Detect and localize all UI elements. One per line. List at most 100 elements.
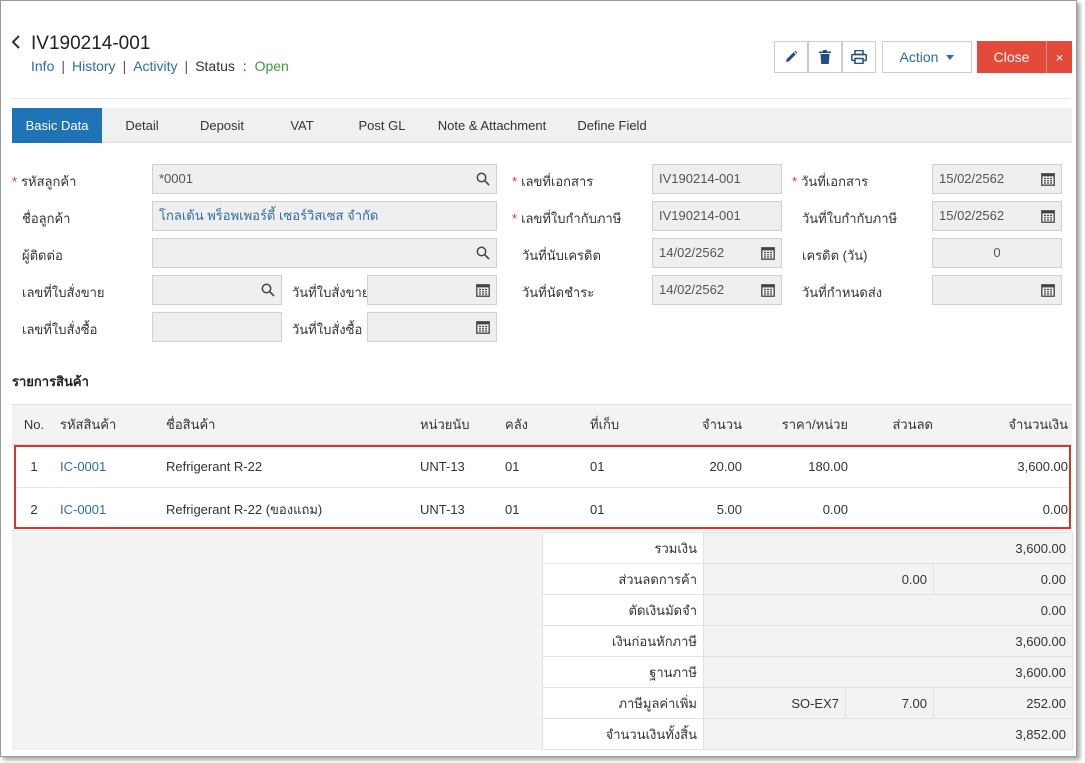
print-button[interactable] bbox=[842, 41, 876, 73]
tab-note-attachment[interactable]: Note & Attachment bbox=[422, 108, 562, 143]
item-location: 01 bbox=[586, 487, 676, 531]
item-code-link[interactable]: IC-0001 bbox=[60, 502, 106, 517]
deposit-label: ตัดเงินมัดจำ bbox=[542, 594, 704, 626]
close-button[interactable]: Close bbox=[977, 41, 1046, 73]
customer-code-field[interactable]: *0001 bbox=[152, 164, 497, 194]
delivery-date-field[interactable] bbox=[932, 275, 1062, 305]
credit-days-field[interactable]: 0 bbox=[932, 238, 1062, 268]
summary-blank-area bbox=[12, 532, 542, 750]
printer-icon bbox=[851, 50, 867, 64]
row-no: 1 bbox=[12, 444, 56, 488]
calendar-icon[interactable] bbox=[1041, 209, 1055, 223]
summary-row-deposit: ตัดเงินมัดจำ 0.00 bbox=[542, 594, 1073, 626]
col-qty: จำนวน bbox=[676, 404, 746, 445]
calendar-icon[interactable] bbox=[476, 320, 490, 334]
edit-button[interactable] bbox=[774, 41, 808, 73]
item-discount bbox=[852, 487, 937, 531]
delete-button[interactable] bbox=[808, 41, 842, 73]
activity-link[interactable]: Activity bbox=[133, 58, 177, 74]
tab-vat[interactable]: VAT bbox=[262, 108, 342, 143]
summary-row-tax-base: ฐานภาษี 3,600.00 bbox=[542, 656, 1073, 688]
po-no-field[interactable] bbox=[152, 312, 282, 342]
calendar-icon[interactable] bbox=[1041, 172, 1055, 186]
item-code-link[interactable]: IC-0001 bbox=[60, 459, 106, 474]
customer-name-field[interactable]: โกลเด้น พร็อพเพอร์ตี้ เซอร์วิสเซส จำกัด bbox=[152, 201, 497, 231]
table-row[interactable]: 2 IC-0001 Refrigerant R-22 (ของแถม) UNT-… bbox=[12, 487, 1072, 531]
search-icon[interactable] bbox=[261, 283, 275, 297]
doc-no-field: IV190214-001 bbox=[652, 164, 782, 194]
page-title: IV190214-001 bbox=[31, 33, 151, 54]
col-no: No. bbox=[12, 404, 56, 445]
summary-row-grand-total: จำนวนเงินทั้งสิ้น 3,852.00 bbox=[542, 718, 1073, 750]
total-value: 3,600.00 bbox=[703, 532, 1073, 564]
credit-start-label: วันที่นับเครดิต bbox=[522, 248, 601, 263]
close-x-button[interactable]: × bbox=[1046, 41, 1072, 73]
col-amount: จำนวนเงิน bbox=[937, 404, 1072, 445]
tab-bar: Basic Data Detail Deposit VAT Post GL No… bbox=[12, 108, 1072, 143]
col-item-code: รหัสสินค้า bbox=[56, 404, 162, 445]
summary-row-total: รวมเงิน 3,600.00 bbox=[542, 532, 1073, 564]
col-discount: ส่วนลด bbox=[852, 404, 937, 445]
calendar-icon[interactable] bbox=[1041, 283, 1055, 297]
tab-define-field[interactable]: Define Field bbox=[562, 108, 662, 143]
calendar-icon[interactable] bbox=[761, 246, 775, 260]
item-amount: 0.00 bbox=[937, 487, 1072, 531]
history-link[interactable]: History bbox=[72, 58, 116, 74]
info-link[interactable]: Info bbox=[31, 58, 54, 74]
credit-days-label: เครดิต (วัน) bbox=[802, 248, 868, 263]
item-qty: 5.00 bbox=[676, 487, 746, 531]
so-date-field[interactable] bbox=[367, 275, 497, 305]
col-warehouse: คลัง bbox=[501, 404, 586, 445]
tax-base-value: 3,600.00 bbox=[703, 656, 1073, 688]
trade-discount-amount: 0.00 bbox=[933, 563, 1073, 595]
caret-down-icon bbox=[946, 54, 955, 60]
so-date-label: วันที่ใบสั่งขาย bbox=[292, 285, 370, 300]
calendar-icon[interactable] bbox=[761, 283, 775, 297]
search-icon[interactable] bbox=[476, 172, 490, 186]
doc-date-label: * วันที่เอกสาร bbox=[792, 174, 869, 189]
summary-row-trade-discount: ส่วนลดการค้า 0.00 0.00 bbox=[542, 563, 1073, 595]
item-warehouse: 01 bbox=[501, 487, 586, 531]
so-no-label: เลขที่ใบสั่งขาย bbox=[22, 285, 105, 300]
search-icon[interactable] bbox=[476, 246, 490, 260]
tab-detail[interactable]: Detail bbox=[102, 108, 182, 143]
doc-no-label: * เลขที่เอกสาร bbox=[512, 174, 594, 189]
tax-invoice-no-field[interactable]: IV190214-001 bbox=[652, 201, 782, 231]
status-colon: : bbox=[242, 58, 247, 74]
credit-start-field[interactable]: 14/02/2562 bbox=[652, 238, 782, 268]
document-window: IV190214-001 Info | History | Activity | Statu… bbox=[0, 0, 1077, 757]
header-links: Info | History | Activity | Status : Open bbox=[31, 58, 289, 74]
action-dropdown-button[interactable]: Action bbox=[882, 41, 972, 73]
separator: | bbox=[122, 58, 127, 74]
tab-post-gl[interactable]: Post GL bbox=[342, 108, 422, 143]
vat-code[interactable]: SO-EX7 bbox=[703, 687, 846, 719]
status-value: Open bbox=[254, 58, 289, 74]
so-no-field[interactable] bbox=[152, 275, 282, 305]
col-location: ที่เก็บ bbox=[586, 404, 676, 445]
trade-discount-input[interactable]: 0.00 bbox=[703, 563, 934, 595]
tab-deposit[interactable]: Deposit bbox=[182, 108, 262, 143]
table-header-row: No. รหัสสินค้า ชื่อสินค้า หน่วยนับ คลัง … bbox=[12, 404, 1072, 445]
due-date-label: วันที่นัดชำระ bbox=[522, 285, 595, 300]
tab-basic-data[interactable]: Basic Data bbox=[12, 108, 102, 143]
calendar-icon[interactable] bbox=[476, 283, 490, 297]
item-unit: UNT-13 bbox=[416, 487, 501, 531]
doc-date-field[interactable]: 15/02/2562 bbox=[932, 164, 1062, 194]
summary-row-vat: ภาษีมูลค่าเพิ่ม SO-EX7 7.00 252.00 bbox=[542, 687, 1073, 719]
table-row[interactable]: 1 IC-0001 Refrigerant R-22 UNT-13 01 01 … bbox=[12, 444, 1072, 488]
deposit-value: 0.00 bbox=[703, 594, 1073, 626]
trade-discount-label: ส่วนลดการค้า bbox=[542, 563, 704, 595]
summary-table: รวมเงิน 3,600.00 ส่วนลดการค้า 0.00 0.00 … bbox=[542, 532, 1073, 750]
contact-label: ผู้ติดต่อ bbox=[22, 248, 63, 263]
status-label: Status bbox=[195, 58, 235, 74]
tax-invoice-date-field[interactable]: 15/02/2562 bbox=[932, 201, 1062, 231]
item-location: 01 bbox=[586, 444, 676, 488]
po-date-field[interactable] bbox=[367, 312, 497, 342]
due-date-field[interactable]: 14/02/2562 bbox=[652, 275, 782, 305]
customer-code-label: * รหัสลูกค้า bbox=[12, 174, 77, 189]
item-warehouse: 01 bbox=[501, 444, 586, 488]
separator: | bbox=[61, 58, 65, 74]
back-chevron-icon[interactable] bbox=[11, 35, 21, 54]
tax-invoice-no-label: * เลขที่ใบกำกับภาษี bbox=[512, 211, 622, 226]
contact-field[interactable] bbox=[152, 238, 497, 268]
